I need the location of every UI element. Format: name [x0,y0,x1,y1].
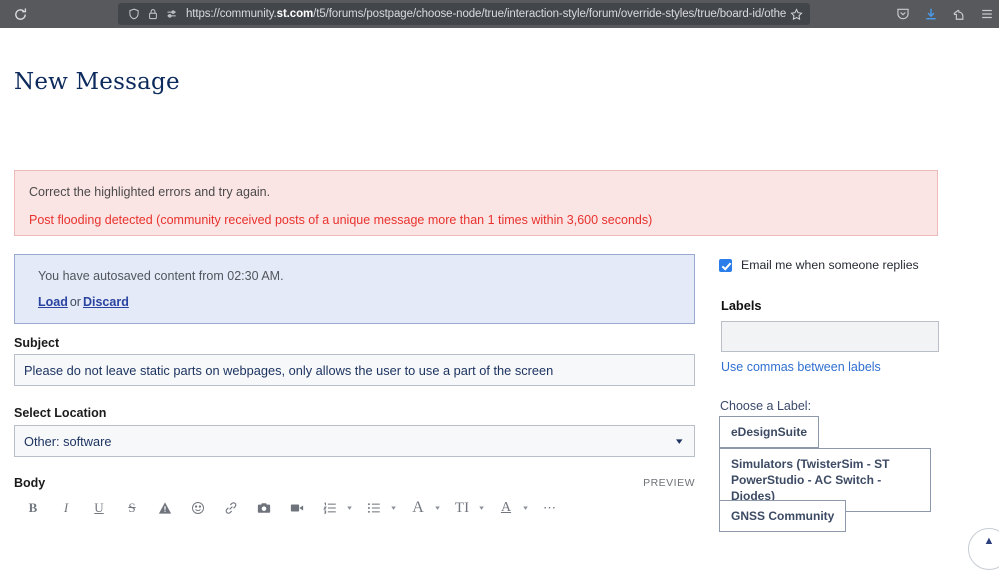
body-label: Body [14,476,46,490]
autosave-actions: Load or Discard [38,295,694,309]
url-prefix: https://community. [186,8,277,20]
extension-icon[interactable] [950,5,967,23]
email-notify-row[interactable]: Email me when someone replies [719,258,919,272]
download-icon[interactable] [922,5,939,23]
error-summary-text: Correct the highlighted errors and try a… [29,185,271,199]
page-title: New Message [14,69,180,95]
lock-icon [144,6,161,23]
labels-input[interactable] [721,321,939,352]
select-location-label: Select Location [14,406,107,420]
url-domain: st.com [276,8,314,20]
load-autosave-link[interactable]: Load [38,295,68,309]
labels-hint-link[interactable]: Use commas between labels [721,360,881,374]
url-text[interactable]: https://community.st.com/t5/forums/postp… [186,8,787,20]
shield-icon [125,6,142,23]
browser-actions [894,3,995,25]
error-banner: Correct the highlighted errors and try a… [14,170,938,236]
subject-input[interactable] [14,354,695,386]
autosave-banner: You have autosaved content from 02:30 AM… [14,254,695,324]
label-chip[interactable]: GNSS Community [719,500,847,532]
scroll-to-top-button[interactable]: ▲ [968,528,999,570]
autosave-or-text: or [69,295,81,309]
discard-autosave-link[interactable]: Discard [83,295,129,309]
labels-heading: Labels [721,298,762,313]
chevron-down-icon: ▾ [676,435,684,446]
preview-toggle[interactable]: PREVIEW [643,477,695,489]
url-path: /t5/forums/postpage/choose-node/true/int… [313,8,787,20]
subject-label: Subject [14,336,60,350]
permissions-icon[interactable] [163,6,180,23]
star-icon[interactable] [787,5,805,23]
email-notify-checkbox[interactable] [719,258,732,272]
editor-toolbar: B I U S ▾ ▾ A ▾ TI ▾ A ▾ ⋯ [22,496,702,520]
browser-toolbar: https://community.st.com/t5/forums/postp… [0,0,999,28]
address-bar[interactable]: https://community.st.com/t5/forums/postp… [118,3,810,25]
email-notify-label: Email me when someone replies [741,258,919,272]
reload-icon[interactable] [5,3,35,25]
choose-a-label-title: Choose a Label: [720,399,812,413]
select-location-dropdown[interactable]: Other: software ▾ [14,425,695,457]
hamburger-menu-icon[interactable] [978,5,995,23]
autosave-message: You have autosaved content from 02:30 AM… [38,269,284,283]
select-location-value: Other: software [24,433,112,449]
error-detail-text: Post flooding detected (community receiv… [29,213,653,227]
page-content: New Message Correct the highlighted erro… [0,28,999,570]
pocket-shield-icon[interactable] [894,5,911,23]
label-chip[interactable]: eDesignSuite [719,416,820,448]
